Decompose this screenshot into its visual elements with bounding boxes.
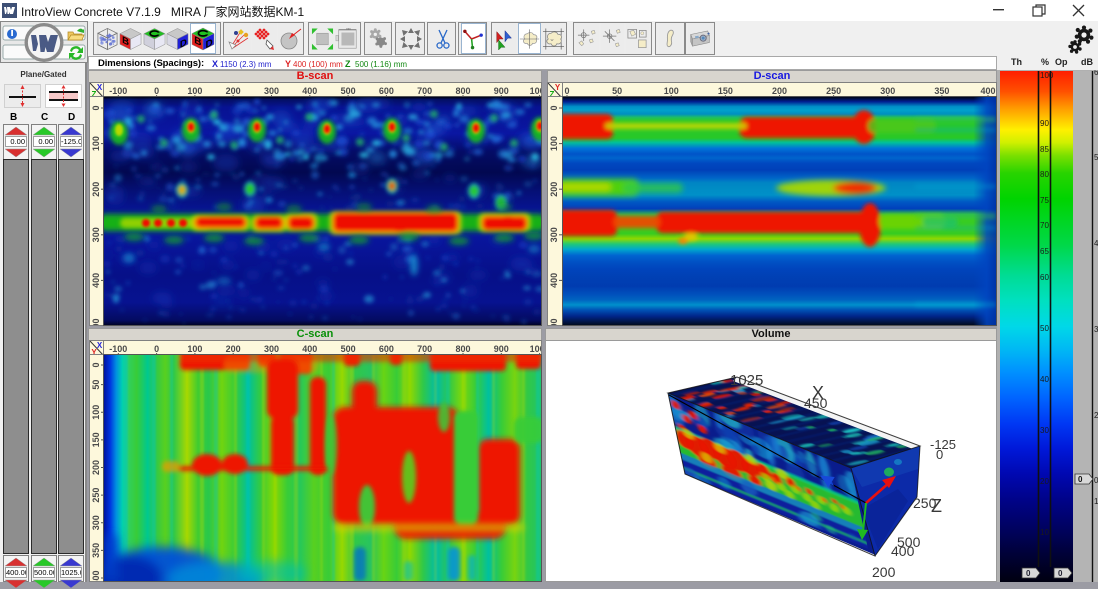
svg-text:800: 800 [455, 344, 470, 354]
svg-text:B: B [122, 34, 129, 48]
svg-text:-100: -100 [109, 344, 127, 354]
svg-text:600: 600 [379, 344, 394, 354]
svg-text:B: B [194, 34, 202, 49]
svg-text:75: 75 [1040, 196, 1049, 205]
svg-text:100: 100 [549, 136, 559, 151]
svg-text:500: 500 [341, 344, 356, 354]
svg-text:0: 0 [1078, 475, 1083, 484]
svg-text:500: 500 [91, 318, 101, 325]
svg-text:0: 0 [154, 86, 159, 96]
svg-text:4: 4 [1094, 239, 1098, 248]
svg-text:300: 300 [549, 227, 559, 242]
svg-text:300: 300 [91, 515, 101, 530]
svg-text:2: 2 [1094, 411, 1098, 420]
svg-text:200: 200 [91, 182, 101, 197]
svg-text:10: 10 [1040, 528, 1049, 537]
svg-text:90: 90 [1040, 119, 1049, 128]
svg-text:200: 200 [872, 564, 896, 580]
svg-text:50: 50 [91, 380, 101, 390]
svg-text:-100: -100 [109, 86, 127, 96]
svg-text:0: 0 [1058, 569, 1063, 578]
svg-text:450: 450 [804, 395, 828, 411]
svg-text:300: 300 [880, 86, 895, 96]
svg-text:400: 400 [91, 273, 101, 288]
svg-text:0: 0 [91, 362, 101, 367]
svg-text:5: 5 [1094, 153, 1098, 162]
svg-text:0: 0 [936, 447, 943, 462]
svg-text:0: 0 [1026, 569, 1031, 578]
svg-text:0: 0 [564, 86, 569, 96]
svg-text:200: 200 [772, 86, 787, 96]
svg-text:6: 6 [1094, 70, 1098, 77]
svg-text:0: 0 [549, 105, 559, 110]
svg-text:400: 400 [549, 273, 559, 288]
svg-text:100: 100 [187, 344, 202, 354]
svg-text:100: 100 [187, 86, 202, 96]
svg-text:0: 0 [1094, 476, 1098, 485]
svg-text:350: 350 [91, 543, 101, 558]
svg-text:1000: 1000 [530, 86, 541, 96]
svg-text:40: 40 [1040, 375, 1049, 384]
svg-text:200: 200 [226, 344, 241, 354]
svg-text:0: 0 [91, 105, 101, 110]
svg-text:Y: Y [555, 83, 561, 92]
svg-text:1: 1 [1094, 497, 1098, 506]
svg-text:70: 70 [1040, 221, 1049, 230]
svg-text:D: D [206, 36, 214, 51]
svg-text:0: 0 [154, 344, 159, 354]
svg-text:700: 700 [417, 86, 432, 96]
svg-text:1025: 1025 [730, 372, 763, 389]
svg-text:Z: Z [931, 496, 942, 516]
svg-text:600: 600 [379, 86, 394, 96]
svg-text:85: 85 [1040, 145, 1049, 154]
svg-text:250: 250 [91, 488, 101, 503]
svg-text:300: 300 [264, 344, 279, 354]
svg-text:100: 100 [664, 86, 679, 96]
svg-text:900: 900 [494, 344, 509, 354]
svg-text:X: X [97, 83, 103, 92]
svg-text:w: w [551, 37, 554, 41]
svg-text:mm: mm [346, 27, 351, 30]
svg-text:30: 30 [1040, 426, 1049, 435]
svg-text:200: 200 [226, 86, 241, 96]
svg-text:X: X [97, 341, 103, 350]
svg-text:60: 60 [1040, 273, 1049, 282]
svg-text:100: 100 [1040, 71, 1054, 80]
svg-text:400: 400 [91, 570, 101, 581]
svg-text:900: 900 [494, 86, 509, 96]
svg-text:400: 400 [891, 543, 915, 559]
svg-text:400: 400 [302, 86, 317, 96]
svg-text:250: 250 [826, 86, 841, 96]
svg-text:100: 100 [91, 405, 101, 420]
svg-text:80: 80 [1040, 170, 1049, 179]
svg-text:200: 200 [549, 182, 559, 197]
svg-text:200: 200 [91, 460, 101, 475]
svg-text:400: 400 [302, 344, 317, 354]
svg-text:300: 300 [91, 227, 101, 242]
svg-text:1000: 1000 [530, 344, 541, 354]
svg-text:3: 3 [1094, 325, 1098, 334]
svg-text:D: D [180, 37, 187, 51]
svg-text:400: 400 [980, 86, 995, 96]
svg-text:500: 500 [341, 86, 356, 96]
svg-text:50: 50 [612, 86, 622, 96]
svg-text:50: 50 [1040, 324, 1049, 333]
svg-text:150: 150 [718, 86, 733, 96]
svg-text:20: 20 [1040, 477, 1049, 486]
svg-text:150: 150 [91, 432, 101, 447]
svg-text:350: 350 [934, 86, 949, 96]
svg-text:100: 100 [91, 136, 101, 151]
svg-text:500: 500 [549, 318, 559, 325]
svg-text:65: 65 [1040, 247, 1049, 256]
svg-text:300: 300 [264, 86, 279, 96]
svg-text:700: 700 [417, 344, 432, 354]
svg-text:800: 800 [455, 86, 470, 96]
